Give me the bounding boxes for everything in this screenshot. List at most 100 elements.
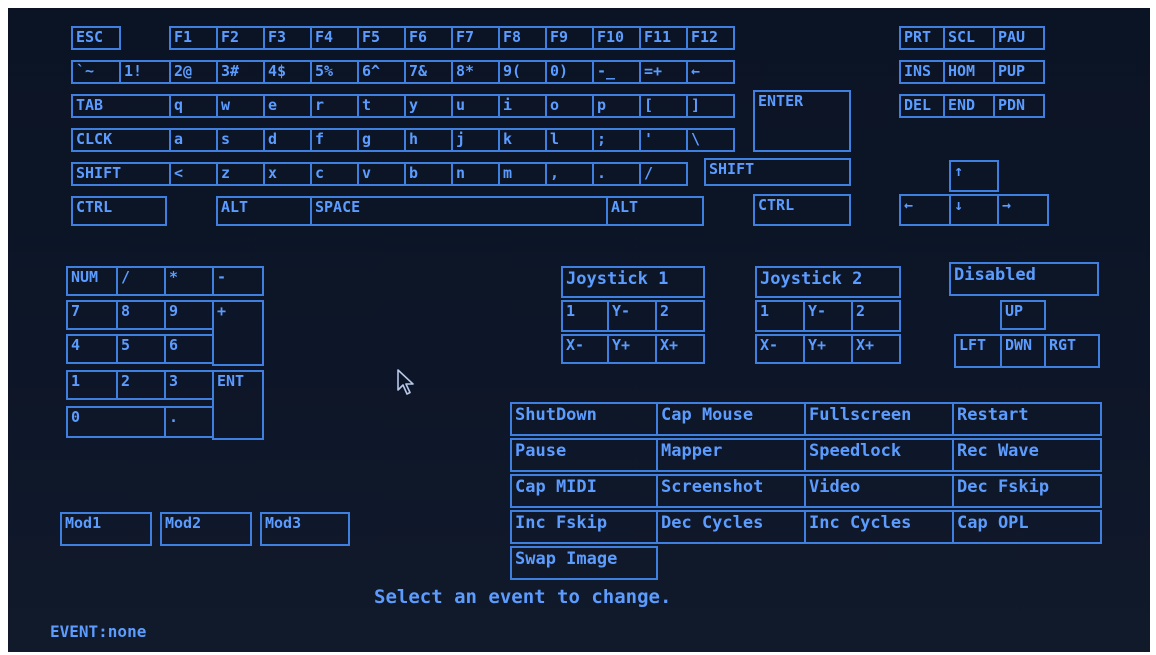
numpad-6[interactable]: 6 (164, 334, 214, 364)
key-esc[interactable]: ESC (71, 26, 121, 50)
event-mapper[interactable]: Mapper (656, 438, 806, 472)
key-r[interactable]: r (310, 94, 359, 118)
numpad-enter[interactable]: ENT (212, 370, 264, 440)
key-ralt[interactable]: ALT (606, 196, 704, 226)
event-dec-cycles[interactable]: Dec Cycles (656, 510, 806, 544)
key-lctrl[interactable]: CTRL (71, 196, 167, 226)
joystick1-y-minus[interactable]: Y- (607, 300, 657, 332)
key-i[interactable]: i (498, 94, 547, 118)
joystick2-button-1[interactable]: 1 (755, 300, 805, 332)
key-minus[interactable]: -_ (592, 60, 641, 84)
numpad-4[interactable]: 4 (66, 334, 118, 364)
numpad-7[interactable]: 7 (66, 300, 118, 330)
key-arrow-left[interactable]: ← (899, 194, 951, 226)
event-inc-fskip[interactable]: Inc Fskip (510, 510, 658, 544)
event-restart[interactable]: Restart (952, 402, 1102, 436)
key-quote[interactable]: ' (639, 128, 688, 152)
key-rctrl[interactable]: CTRL (753, 194, 851, 226)
key-printscreen[interactable]: PRT (899, 26, 945, 50)
event-shutdown[interactable]: ShutDown (510, 402, 658, 436)
hat-status[interactable]: Disabled (949, 262, 1099, 296)
key-f5[interactable]: F5 (357, 26, 406, 50)
key-c[interactable]: c (310, 162, 359, 186)
key-f4[interactable]: F4 (310, 26, 359, 50)
event-fullscreen[interactable]: Fullscreen (804, 402, 954, 436)
key-f6[interactable]: F6 (404, 26, 453, 50)
key-2[interactable]: 2@ (169, 60, 218, 84)
joystick2-x-minus[interactable]: X- (755, 334, 805, 364)
event-video[interactable]: Video (804, 474, 954, 508)
numpad-5[interactable]: 5 (116, 334, 166, 364)
key-n[interactable]: n (451, 162, 500, 186)
key-w[interactable]: w (216, 94, 265, 118)
key-arrow-down[interactable]: ↓ (949, 194, 999, 226)
event-speedlock[interactable]: Speedlock (804, 438, 954, 472)
key-period[interactable]: . (592, 162, 641, 186)
numpad-0[interactable]: 0 (66, 406, 166, 438)
event-inc-cycles[interactable]: Inc Cycles (804, 510, 954, 544)
numpad-minus[interactable]: - (212, 266, 264, 296)
key-k[interactable]: k (498, 128, 547, 152)
key-rbracket[interactable]: ] (686, 94, 735, 118)
key-lbracket[interactable]: [ (639, 94, 688, 118)
key-h[interactable]: h (404, 128, 453, 152)
key-arrow-up[interactable]: ↑ (949, 160, 999, 192)
joystick2-button-2[interactable]: 2 (851, 300, 901, 332)
event-swap-image[interactable]: Swap Image (510, 546, 658, 580)
key-d[interactable]: d (263, 128, 312, 152)
key-lshift[interactable]: SHIFT (71, 162, 171, 186)
key-backspace[interactable]: ← (686, 60, 735, 84)
numpad-plus[interactable]: + (212, 300, 264, 366)
key-lessthan[interactable]: < (169, 162, 218, 186)
hat-down[interactable]: DWN (1000, 334, 1046, 368)
joystick1-x-minus[interactable]: X- (561, 334, 609, 364)
event-cap-opl[interactable]: Cap OPL (952, 510, 1102, 544)
key-b[interactable]: b (404, 162, 453, 186)
key-u[interactable]: u (451, 94, 500, 118)
key-delete[interactable]: DEL (899, 94, 945, 118)
event-screenshot[interactable]: Screenshot (656, 474, 806, 508)
key-home[interactable]: HOM (943, 60, 995, 84)
key-end[interactable]: END (943, 94, 995, 118)
key-arrow-right[interactable]: → (997, 194, 1049, 226)
event-rec-wave[interactable]: Rec Wave (952, 438, 1102, 472)
key-f12[interactable]: F12 (686, 26, 735, 50)
numpad-1[interactable]: 1 (66, 370, 118, 400)
key-pagedown[interactable]: PDN (993, 94, 1045, 118)
joystick2-y-minus[interactable]: Y- (803, 300, 853, 332)
key-equals[interactable]: =+ (639, 60, 688, 84)
key-0[interactable]: 0) (545, 60, 594, 84)
joystick2-y-plus[interactable]: Y+ (803, 334, 853, 364)
hat-left[interactable]: LFT (954, 334, 1002, 368)
key-q[interactable]: q (169, 94, 218, 118)
key-s[interactable]: s (216, 128, 265, 152)
key-f7[interactable]: F7 (451, 26, 500, 50)
numpad-9[interactable]: 9 (164, 300, 214, 330)
numpad-numlock[interactable]: NUM (66, 266, 118, 296)
key-capslock[interactable]: CLCK (71, 128, 171, 152)
key-lalt[interactable]: ALT (216, 196, 312, 226)
key-z[interactable]: z (216, 162, 265, 186)
key-slash[interactable]: / (639, 162, 688, 186)
key-rshift[interactable]: SHIFT (704, 158, 851, 186)
key-l[interactable]: l (545, 128, 594, 152)
key-enter[interactable]: ENTER (753, 90, 851, 152)
joystick1-button-2[interactable]: 2 (655, 300, 705, 332)
key-backslash[interactable]: \ (686, 128, 735, 152)
key-tab[interactable]: TAB (71, 94, 171, 118)
event-cap-midi[interactable]: Cap MIDI (510, 474, 658, 508)
key-o[interactable]: o (545, 94, 594, 118)
event-dec-fskip[interactable]: Dec Fskip (952, 474, 1102, 508)
joystick2-x-plus[interactable]: X+ (851, 334, 901, 364)
joystick1-button-1[interactable]: 1 (561, 300, 609, 332)
numpad-3[interactable]: 3 (164, 370, 214, 400)
key-f9[interactable]: F9 (545, 26, 594, 50)
key-f3[interactable]: F3 (263, 26, 312, 50)
key-space[interactable]: SPACE (310, 196, 608, 226)
key-f1[interactable]: F1 (169, 26, 218, 50)
key-f2[interactable]: F2 (216, 26, 265, 50)
key-backtick[interactable]: `~ (71, 60, 121, 84)
key-t[interactable]: t (357, 94, 406, 118)
numpad-8[interactable]: 8 (116, 300, 166, 330)
key-comma[interactable]: , (545, 162, 594, 186)
